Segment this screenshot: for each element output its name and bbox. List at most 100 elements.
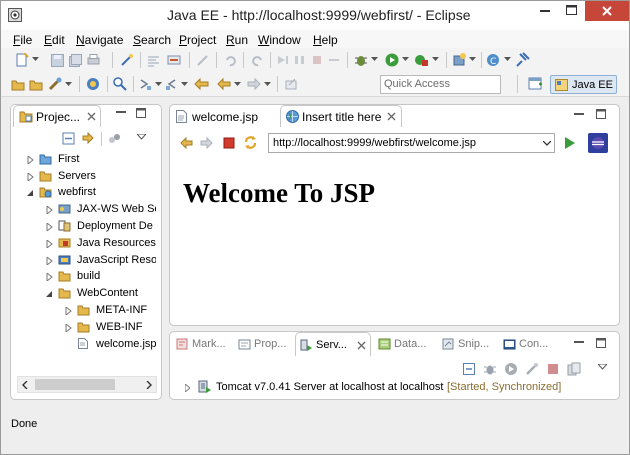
last-edit-location-icon[interactable] — [194, 78, 209, 91]
tree-item[interactable]: First — [27, 152, 156, 167]
tree-item[interactable]: WEB-INF — [65, 320, 156, 335]
chevron-down-icon[interactable] — [469, 57, 476, 62]
tab-servers[interactable]: Serv... — [295, 332, 371, 356]
chevron-down-icon[interactable] — [432, 57, 439, 62]
maximize-view-icon[interactable] — [136, 108, 146, 118]
close-icon[interactable] — [87, 112, 96, 121]
chevron-down-icon[interactable] — [32, 57, 39, 62]
tree-item[interactable]: webfirst — [27, 185, 156, 200]
resume-icon[interactable] — [294, 54, 306, 66]
save-icon[interactable] — [51, 54, 64, 67]
tab-markers[interactable]: Mark... — [172, 334, 232, 356]
skip-breakpoints-icon[interactable] — [277, 54, 289, 66]
new-file-icon[interactable] — [15, 53, 29, 67]
debug-icon[interactable] — [354, 53, 368, 67]
annotation-icon[interactable] — [197, 54, 209, 66]
server-row[interactable]: Tomcat v7.0.41 Server at localhost at lo… — [181, 379, 611, 395]
expand-arrow-icon[interactable] — [65, 307, 73, 315]
tree-item[interactable]: META-INF — [65, 303, 156, 318]
maximize-view-icon[interactable] — [596, 338, 606, 348]
url-input[interactable]: http://localhost:9999/webfirst/welcome.j… — [268, 133, 555, 153]
open-project-icon[interactable] — [11, 78, 25, 91]
search-icon[interactable] — [113, 77, 127, 91]
toggle-breadcrumb-icon[interactable] — [167, 53, 181, 67]
expand-arrow-icon[interactable] — [185, 384, 190, 392]
pin-icon[interactable] — [516, 52, 530, 68]
terminate-icon[interactable] — [311, 54, 323, 66]
tree-item[interactable]: build — [46, 269, 156, 284]
maximize-button[interactable] — [558, 1, 584, 21]
expand-arrow-icon[interactable] — [65, 324, 73, 332]
wand-icon[interactable] — [120, 53, 134, 67]
scrollbar-thumb[interactable] — [35, 379, 115, 390]
new-class-icon[interactable]: C — [486, 53, 501, 67]
menu-run[interactable]: Run — [226, 33, 248, 47]
tree-item[interactable]: WebContent — [46, 286, 156, 301]
profile-server-icon[interactable] — [525, 362, 539, 376]
minimize-view-icon[interactable] — [574, 341, 584, 344]
go-icon[interactable] — [564, 137, 576, 149]
chevron-down-icon[interactable] — [264, 82, 271, 87]
brush-icon[interactable] — [48, 77, 62, 91]
back-icon[interactable] — [217, 78, 231, 91]
menu-search[interactable]: Search — [133, 33, 171, 47]
forward-icon[interactable] — [247, 78, 261, 91]
collapse-all-icon[interactable] — [62, 132, 76, 145]
quick-access-input[interactable]: Quick Access — [380, 75, 501, 94]
tab-properties[interactable]: Prop... — [234, 334, 294, 356]
menu-window[interactable]: Window — [258, 33, 301, 47]
tab-welcome-jsp[interactable]: welcome.jsp — [171, 106, 275, 127]
expand-arrow-icon[interactable] — [46, 206, 54, 214]
menu-file[interactable]: File — [13, 33, 32, 47]
browser-back-icon[interactable] — [180, 137, 193, 149]
expand-arrow-icon[interactable] — [46, 223, 54, 231]
start-server-icon[interactable] — [504, 362, 518, 376]
chevron-down-icon[interactable] — [371, 57, 378, 62]
tab-data-source[interactable]: Data... — [374, 334, 434, 356]
run-external-tools-icon[interactable] — [414, 53, 429, 67]
disconnect-icon[interactable] — [328, 54, 340, 66]
horizontal-scrollbar[interactable] — [17, 376, 157, 393]
tree-item[interactable]: Java Resources — [46, 236, 156, 251]
expand-arrow-icon[interactable] — [27, 156, 35, 164]
chevron-down-icon[interactable] — [234, 82, 241, 87]
close-button[interactable] — [585, 1, 629, 21]
view-menu-icon[interactable] — [598, 364, 607, 370]
stop-server-icon[interactable] — [547, 363, 559, 375]
expand-arrow-icon[interactable] — [46, 273, 54, 281]
new-server-icon[interactable] — [452, 53, 467, 67]
next-annotation-icon[interactable] — [139, 78, 152, 91]
expand-arrow-icon[interactable] — [46, 257, 54, 265]
expand-arrow-icon[interactable] — [27, 173, 35, 181]
url-dropdown-icon[interactable] — [543, 141, 551, 146]
eclipse-browser-icon[interactable] — [588, 133, 608, 153]
minimize-button[interactable] — [532, 1, 558, 21]
tab-project-explorer[interactable]: Projec... — [13, 105, 101, 127]
tree-item[interactable]: welcome.jsp — [65, 337, 156, 352]
close-icon[interactable] — [387, 112, 396, 121]
open-perspective-icon[interactable] — [528, 77, 543, 91]
perspective-java-ee[interactable]: Java EE — [550, 75, 617, 94]
tab-insert-title-here[interactable]: Insert title here — [280, 105, 402, 127]
close-icon[interactable] — [357, 341, 366, 350]
undo-icon[interactable] — [224, 54, 237, 67]
chevron-down-icon[interactable] — [65, 82, 72, 87]
open-folder-icon[interactable] — [29, 78, 43, 91]
scroll-left-icon[interactable] — [22, 381, 28, 389]
tab-console[interactable]: Con... — [499, 334, 559, 356]
print-icon[interactable] — [87, 54, 100, 67]
open-type-icon[interactable] — [86, 77, 100, 91]
collapse-all-icon[interactable] — [463, 363, 475, 375]
browser-forward-icon[interactable] — [200, 137, 213, 149]
tree-item[interactable]: Servers — [27, 169, 156, 184]
publish-server-icon[interactable] — [567, 362, 581, 376]
menu-edit[interactable]: Edit — [44, 33, 65, 47]
menu-help[interactable]: Help — [313, 33, 338, 47]
menu-project[interactable]: Project — [179, 33, 216, 47]
previous-annotation-icon[interactable] — [165, 78, 178, 91]
tab-snippets[interactable]: Snip... — [438, 334, 498, 356]
view-menu-icon[interactable] — [137, 134, 146, 140]
tree-item[interactable]: JAX-WS Web Se — [46, 202, 156, 217]
browser-refresh-icon[interactable] — [243, 135, 258, 150]
chevron-down-icon[interactable] — [155, 82, 162, 87]
